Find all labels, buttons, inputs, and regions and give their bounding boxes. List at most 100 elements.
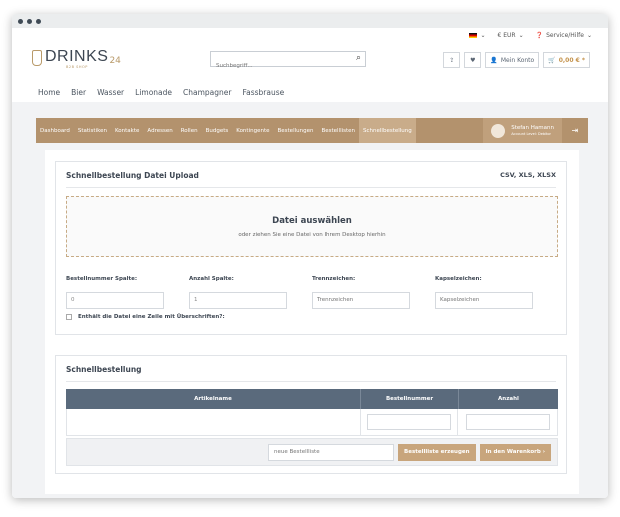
header-actions: ⇪ ♥ 👤 Mein Konto 🛒 0,00 € * [443, 52, 590, 68]
dropzone-subtitle: oder ziehen Sie eine Datei von Ihrem Des… [238, 231, 386, 238]
enclosure-field: Kapselzeichen: [435, 276, 533, 309]
dash-item-schnellbestellung[interactable]: Schnellbestellung [359, 118, 416, 143]
nav-item-wasser[interactable]: Wasser [97, 88, 124, 97]
quick-order-title: Schnellbestellung [66, 365, 142, 374]
upload-button[interactable]: ⇪ [443, 52, 461, 68]
file-dropzone[interactable]: Datei auswählen oder ziehen Sie eine Dat… [66, 196, 558, 257]
search-input[interactable] [211, 59, 341, 73]
logo-tagline: B2B SHOP [66, 65, 88, 69]
window-maximize-dot[interactable] [36, 18, 41, 24]
upload-card-title: Schnellbestellung Datei Upload [66, 171, 199, 180]
nav-item-bier[interactable]: Bier [71, 88, 86, 97]
header-row-option: Enthält die Datei eine Zeile mit Übersch… [66, 314, 225, 320]
delimiter-input[interactable] [312, 291, 410, 309]
create-list-button[interactable]: Bestellliste erzeugen [398, 443, 476, 461]
new-list-input[interactable] [268, 443, 395, 461]
table-header: Artikelname Bestellnummer Anzahl [66, 389, 558, 409]
language-selector[interactable]: ⌄ [469, 32, 486, 39]
search-icon[interactable]: ⌕ [356, 53, 361, 63]
logout-icon[interactable]: ⇥ [562, 118, 588, 143]
table-row [66, 409, 558, 436]
upload-card: Schnellbestellung Datei Upload CSV, XLS,… [55, 161, 567, 335]
delimiter-field: Trennzeichen: [312, 276, 410, 309]
dash-item-adressen[interactable]: Adressen [143, 118, 176, 143]
site-header: DRINKS 24 B2B SHOP ⌕ ⇪ ♥ 👤Mein Konto 🛒0,… [12, 42, 608, 82]
heart-icon: ♥ [470, 56, 476, 64]
nav-item-limonade[interactable]: Limonade [135, 88, 172, 97]
cart-icon: 🛒 [548, 56, 556, 64]
main-content: Schnellbestellung Datei Upload CSV, XLS,… [45, 150, 579, 494]
logo-name: DRINKS [45, 48, 109, 65]
cart-total: 0,00 € * [558, 56, 585, 64]
upload-icon: ⇪ [449, 56, 455, 64]
account-dashboard-nav: Dashboard Statistiken Kontakte Adressen … [36, 118, 588, 143]
search-box: ⌕ [210, 51, 366, 73]
window-close-dot[interactable] [18, 18, 23, 24]
dash-item-rollen[interactable]: Rollen [177, 118, 202, 143]
avatar [491, 123, 506, 138]
dash-item-kontakte[interactable]: Kontakte [111, 118, 143, 143]
quick-order-actions: Bestellliste erzeugen In den Warenkorb › [66, 438, 558, 466]
cart-button[interactable]: 🛒 0,00 € * [543, 52, 590, 68]
column-header-order-number: Bestellnummer [361, 389, 459, 409]
upload-settings: Bestellnummer Spalte: Anzahl Spalte: Tre… [66, 276, 533, 309]
german-flag-icon [469, 32, 478, 38]
column-header-quantity: Anzahl [498, 396, 519, 402]
divider [66, 381, 556, 382]
service-label: Service/Hilfe [546, 31, 584, 39]
nav-item-fassbrause[interactable]: Fassbrause [243, 88, 285, 97]
quick-order-table: Artikelname Bestellnummer Anzahl [66, 389, 558, 436]
enclosure-label: Kapselzeichen: [435, 276, 482, 282]
order-number-cell [361, 409, 459, 435]
account-label: Mein Konto [500, 56, 535, 64]
dash-item-budgets[interactable]: Budgets [202, 118, 233, 143]
enclosure-input[interactable] [435, 291, 533, 309]
quantity-column-label: Anzahl Spalte: [189, 276, 234, 282]
article-name-cell [67, 409, 361, 435]
account-button[interactable]: 👤 Mein Konto [485, 52, 540, 68]
currency-label: € EUR [497, 31, 516, 39]
nav-item-champagner[interactable]: Champagner [183, 88, 231, 97]
dash-item-statistiken[interactable]: Statistiken [74, 118, 111, 143]
order-number-column-label: Bestellnummer Spalte: [66, 276, 138, 282]
browser-window: ⌄ € EUR ⌄ ❓ Service/Hilfe ⌄ DRINKS 24 B2B S… [12, 14, 608, 498]
quantity-input[interactable] [465, 414, 550, 430]
user-name: Stefan Hamann [511, 125, 554, 132]
dash-item-kontingente[interactable]: Kontingente [232, 118, 273, 143]
add-to-cart-button[interactable]: In den Warenkorb › [479, 443, 551, 461]
help-icon: ❓ [535, 31, 544, 39]
window-titlebar [12, 14, 608, 28]
quantity-column-field: Anzahl Spalte: [189, 276, 287, 309]
utility-bar: ⌄ € EUR ⌄ ❓ Service/Hilfe ⌄ [12, 28, 608, 42]
currency-selector[interactable]: € EUR ⌄ [498, 32, 524, 39]
order-number-column-field: Bestellnummer Spalte: [66, 276, 164, 309]
dropzone-title: Datei auswählen [272, 215, 352, 226]
order-number-column-input[interactable] [66, 291, 164, 309]
user-info: Stefan Hamann Account Level: Debitor [511, 125, 554, 136]
window-minimize-dot[interactable] [27, 18, 32, 24]
bottle-logo-icon [32, 50, 42, 66]
quantity-cell [458, 409, 557, 435]
page: ⌄ € EUR ⌄ ❓ Service/Hilfe ⌄ DRINKS 24 B2B S… [12, 28, 608, 498]
user-level: Account Level: Debitor [511, 131, 551, 136]
user-icon: 👤 [490, 56, 498, 64]
header-row-label: Enthält die Datei eine Zeile mit Übersch… [78, 314, 225, 320]
wishlist-button[interactable]: ♥ [464, 52, 482, 68]
logo-suffix: 24 [109, 56, 121, 66]
column-header-article: Artikelname [66, 389, 361, 409]
order-number-input[interactable] [367, 414, 452, 430]
header-row-checkbox[interactable] [66, 314, 72, 320]
nav-item-home[interactable]: Home [38, 88, 60, 97]
quick-order-card: Schnellbestellung Artikelname Bestellnum… [55, 355, 567, 474]
dash-item-bestellungen[interactable]: Bestellungen [274, 118, 318, 143]
category-nav: Home Bier Wasser Limonade Champagner Fas… [12, 82, 608, 102]
dash-item-dashboard[interactable]: Dashboard [36, 118, 74, 143]
divider [66, 187, 556, 188]
delimiter-label: Trennzeichen: [312, 276, 356, 282]
quantity-column-input[interactable] [189, 291, 287, 309]
dash-item-bestelllisten[interactable]: Bestelllisten [317, 118, 359, 143]
user-box[interactable]: Stefan Hamann Account Level: Debitor [483, 118, 562, 143]
service-menu[interactable]: ❓ Service/Hilfe ⌄ [536, 32, 592, 39]
logo[interactable]: DRINKS 24 B2B SHOP [32, 48, 121, 69]
file-formats: CSV, XLS, XLSX [500, 171, 556, 179]
